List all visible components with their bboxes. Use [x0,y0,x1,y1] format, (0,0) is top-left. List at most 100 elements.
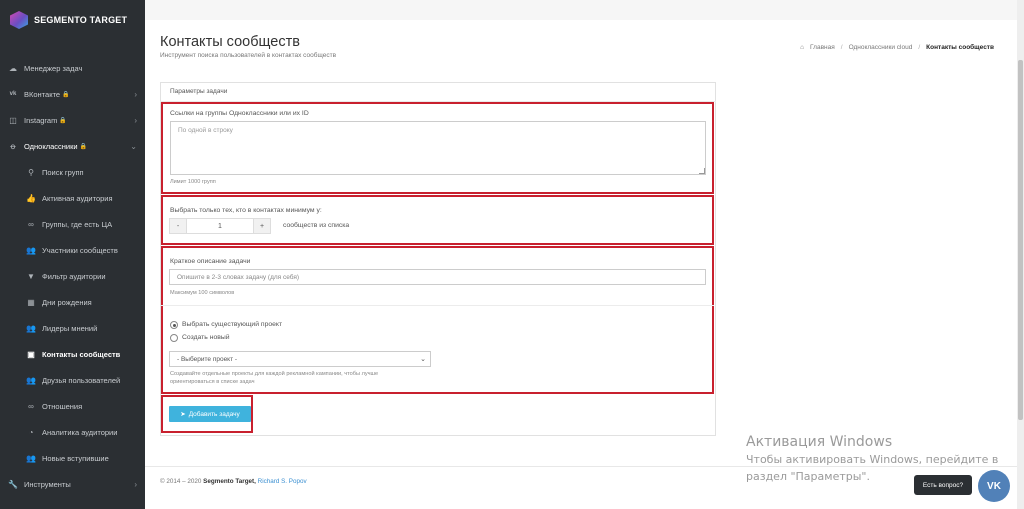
project-hint-line2: ориентироваться в списке задач [170,379,255,385]
logo-mark-icon [10,11,28,29]
radio-new-label: Создать новый [182,334,230,341]
contact-card-icon: ▣ [27,349,35,359]
page-title: Контакты сообществ [160,34,300,50]
project-select[interactable]: - Выберите проект - ⌄ [169,351,431,367]
project-hint-line1: Создавайте отдельные проекты для каждой … [170,371,379,377]
footer: © 2014 – 2020 Segmento Target, Richard S… [160,478,307,485]
stepper-suffix: сообществ из списка [283,222,350,229]
footer-author-link[interactable]: Richard S. Popov [258,478,307,485]
scrollbar-thumb[interactable] [1018,60,1023,420]
sidebar-item-label: Инструменты [24,479,71,489]
home-icon: ⌂ [800,44,804,51]
sidebar-item-user-friends[interactable]: 👥 Друзья пользователей [0,370,145,390]
sidebar-item-tools[interactable]: 🔧 Инструменты › [0,474,145,494]
chevron-down-icon: ⌄ [130,141,137,151]
sidebar-item-label: Аналитика аудитории [42,427,118,437]
footer-brand: Segmento Target, [203,478,256,485]
sidebar-item-odnoklassniki[interactable]: ꝋ Одноклассники 🔒 ⌄ [0,136,145,156]
chevron-right-icon: › [134,89,137,99]
link-icon: ∞ [28,219,34,229]
min-contacts-label: Выбрать только тех, кто в контактах мини… [170,207,322,214]
description-input[interactable]: Опишите в 2-3 словах задачу (для себя) [169,269,706,285]
breadcrumb-home[interactable]: Главная [810,44,835,51]
help-bubble[interactable]: Есть вопрос? [914,475,972,495]
breadcrumb-separator: / [918,44,921,51]
calendar-icon: ▦ [27,297,35,307]
stepper-value-input[interactable]: 1 [187,218,253,234]
activation-watermark-title: Активация Windows [746,434,893,450]
panel-title: Параметры задачи [160,82,716,102]
divider [161,305,714,306]
chevron-right-icon: › [134,115,137,125]
radio-existing-project[interactable] [170,321,178,329]
breadcrumb-section[interactable]: Одноклассники cloud [849,44,913,51]
sidebar-item-birthdays[interactable]: ▦ Дни рождения [0,292,145,312]
chevron-down-icon: ⌄ [420,356,426,363]
filter-icon: ▼ [27,271,35,281]
lock-icon: 🔒 [79,143,88,150]
sidebar-item-new-joined[interactable]: 👥 Новые вступившие [0,448,145,468]
cloud-icon: ☁ [9,63,17,73]
search-icon: ⚲ [28,167,34,177]
footer-divider [145,466,1017,467]
vk-chat-button[interactable]: VK [978,470,1010,502]
sidebar-item-label: Отношения [42,401,83,411]
analytics-icon: ◔ [28,427,34,437]
sidebar-item-task-manager[interactable]: ☁ Менеджер задач [0,58,145,78]
sidebar-item-audience-analytics[interactable]: ◔ Аналитика аудитории [0,422,145,442]
stepper-minus-button[interactable]: - [169,218,187,234]
sidebar-item-vkontakte[interactable]: vk ВКонтакте 🔒 › [0,84,145,104]
add-task-button-label: Добавить задачу [188,410,240,418]
radio-new-project[interactable] [170,334,178,342]
lock-icon: 🔒 [62,91,70,98]
groups-textarea[interactable]: По одной в строку [170,121,706,175]
vk-icon: vk [9,91,17,97]
sidebar-item-group-search[interactable]: ⚲ Поиск групп [0,162,145,182]
sidebar-item-label: Фильтр аудитории [42,271,106,281]
instagram-icon: ◫ [9,115,17,125]
vk-icon: VK [987,480,1001,492]
sidebar-item-audience-filter[interactable]: ▼ Фильтр аудитории [0,266,145,286]
activation-watermark-line: Чтобы активировать Windows, перейдите в [746,453,999,466]
add-task-button[interactable]: ➤ Добавить задачу [169,406,251,422]
chevron-right-icon: › [134,479,137,489]
sidebar-item-community-members[interactable]: 👥 Участники сообществ [0,240,145,260]
sidebar-item-label: Instagram [24,115,58,125]
sidebar-item-label: Лидеры мнений [42,323,98,333]
link-icon: ∞ [28,401,34,411]
sidebar-item-active-audience[interactable]: 👍 Активная аудитория [0,188,145,208]
sidebar-item-label: ВКонтакте [24,89,61,99]
resize-handle-icon[interactable] [699,168,705,174]
users-icon: 👥 [26,245,36,255]
sidebar-item-label: Менеджер задач [24,63,83,73]
sidebar-item-label: Друзья пользователей [42,375,121,385]
lock-icon: 🔒 [59,117,67,124]
sidebar-item-label: Одноклассники [24,141,78,151]
groups-hint: Лимит 1000 групп [170,179,216,185]
stepper-plus-button[interactable]: + [253,218,271,234]
sidebar-item-community-contacts[interactable]: ▣ Контакты сообществ [0,344,145,364]
send-icon: ➤ [180,411,186,418]
sidebar-item-label: Дни рождения [42,297,92,307]
users-icon: 👥 [26,453,36,463]
sidebar-item-label: Новые вступившие [42,453,109,463]
sidebar-item-label: Участники сообществ [42,245,118,255]
users-icon: 👥 [26,323,36,333]
sidebar-item-label: Активная аудитория [42,193,113,203]
sidebar-item-groups-with-ta[interactable]: ∞ Группы, где есть ЦА [0,214,145,234]
breadcrumb: ⌂ Главная / Одноклассники cloud / Контак… [800,44,994,51]
sidebar-item-opinion-leaders[interactable]: 👥 Лидеры мнений [0,318,145,338]
project-select-value: - Выберите проект - [177,355,238,363]
ok-icon: ꝋ [10,141,16,151]
sidebar-item-relations[interactable]: ∞ Отношения [0,396,145,416]
activation-watermark-line: раздел "Параметры". [746,470,870,483]
page-subtitle: Инструмент поиска пользователей в контак… [160,52,337,59]
sidebar-item-instagram[interactable]: ◫ Instagram 🔒 › [0,110,145,130]
description-label: Краткое описание задачи [170,258,251,265]
logo-text: SEGMENTO TARGET [34,15,128,25]
sidebar-item-label: Группы, где есть ЦА [42,219,113,229]
logo[interactable]: SEGMENTO TARGET [0,0,145,40]
breadcrumb-separator: / [840,44,843,51]
users-icon: 👥 [26,375,36,385]
footer-copyright: © 2014 – 2020 [160,478,202,485]
